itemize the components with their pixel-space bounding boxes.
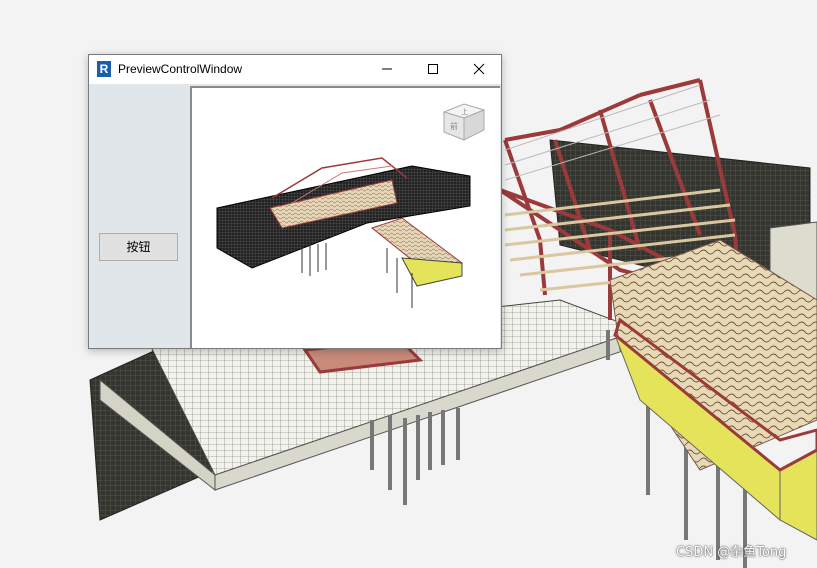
action-button[interactable]: 按钮: [99, 233, 178, 261]
minimize-icon: [382, 68, 392, 70]
revit-app-icon: R: [97, 61, 111, 77]
view-cube-top-label: 上: [461, 107, 468, 116]
csdn-watermark: CSDN @杂鱼Tong: [676, 545, 787, 560]
close-icon: [473, 63, 485, 75]
preview-building: [216, 157, 471, 308]
maximize-button[interactable]: [410, 55, 456, 84]
close-button[interactable]: [456, 55, 502, 84]
title-bar[interactable]: R PreviewControlWindow: [89, 55, 501, 84]
maximize-icon: [428, 64, 438, 74]
left-panel: 按钮: [89, 84, 189, 348]
yellow-extension-block: [609, 239, 817, 541]
preview-control[interactable]: 上 前: [190, 86, 500, 348]
minimize-button[interactable]: [364, 55, 410, 84]
view-cube-front-label: 前: [450, 121, 458, 131]
window-title: PreviewControlWindow: [118, 62, 243, 76]
view-cube-icon[interactable]: 上 前: [442, 102, 486, 142]
preview-control-window: R PreviewControlWindow 按钮 上 前: [88, 54, 502, 349]
